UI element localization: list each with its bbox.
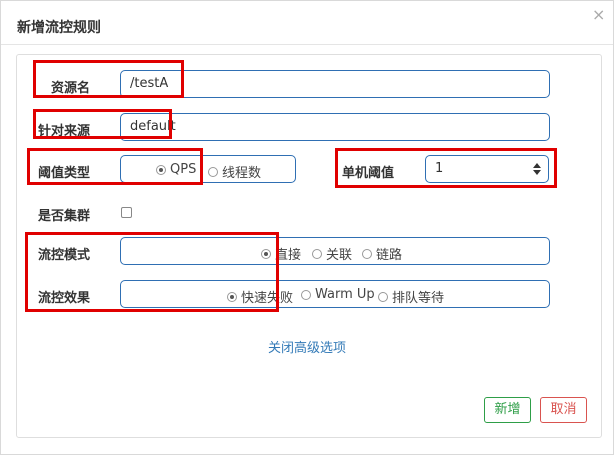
cancel-button[interactable]: 取消 — [540, 397, 587, 423]
radio-unchecked-icon — [378, 291, 388, 302]
radio-unchecked-icon — [362, 248, 372, 259]
radio-unchecked-icon — [301, 289, 311, 300]
highlight-box-grade — [27, 148, 203, 185]
dialog-title: 新增流控规则 — [17, 20, 101, 36]
resource-name-input[interactable]: /testA — [120, 70, 550, 98]
control-option-label: 排队等待 — [392, 291, 445, 306]
close-icon[interactable]: × — [592, 6, 605, 24]
strategy-option-chain[interactable]: 链路 — [362, 244, 402, 263]
add-button[interactable]: 新增 — [484, 397, 531, 423]
add-flow-rule-dialog: 新增流控规则 × 资源名 /testA 针对来源 default 阈值类型 QP… — [0, 0, 614, 455]
grade-option-label: 线程数 — [222, 166, 262, 181]
control-option-warm-up[interactable]: Warm Up — [301, 287, 375, 302]
highlight-box-resource — [33, 60, 184, 98]
radio-unchecked-icon — [312, 248, 322, 259]
control-option-label: Warm Up — [315, 287, 375, 302]
limit-app-input[interactable]: default — [120, 113, 550, 141]
cluster-checkbox[interactable] — [121, 207, 132, 218]
highlight-box-count — [335, 148, 557, 188]
radio-unchecked-icon — [208, 166, 218, 177]
grade-option-thread[interactable]: 线程数 — [208, 162, 261, 181]
strategy-option-label: 关联 — [326, 248, 353, 263]
highlight-box-limit-app — [33, 109, 172, 139]
strategy-option-label: 链路 — [376, 248, 403, 263]
strategy-option-relate[interactable]: 关联 — [312, 244, 352, 263]
toggle-advanced-options-link[interactable]: 关闭高级选项 — [268, 337, 346, 356]
cluster-label: 是否集群 — [38, 209, 91, 224]
control-option-queue[interactable]: 排队等待 — [378, 287, 444, 306]
header-divider — [1, 44, 613, 45]
highlight-box-strategy-control — [25, 232, 279, 312]
